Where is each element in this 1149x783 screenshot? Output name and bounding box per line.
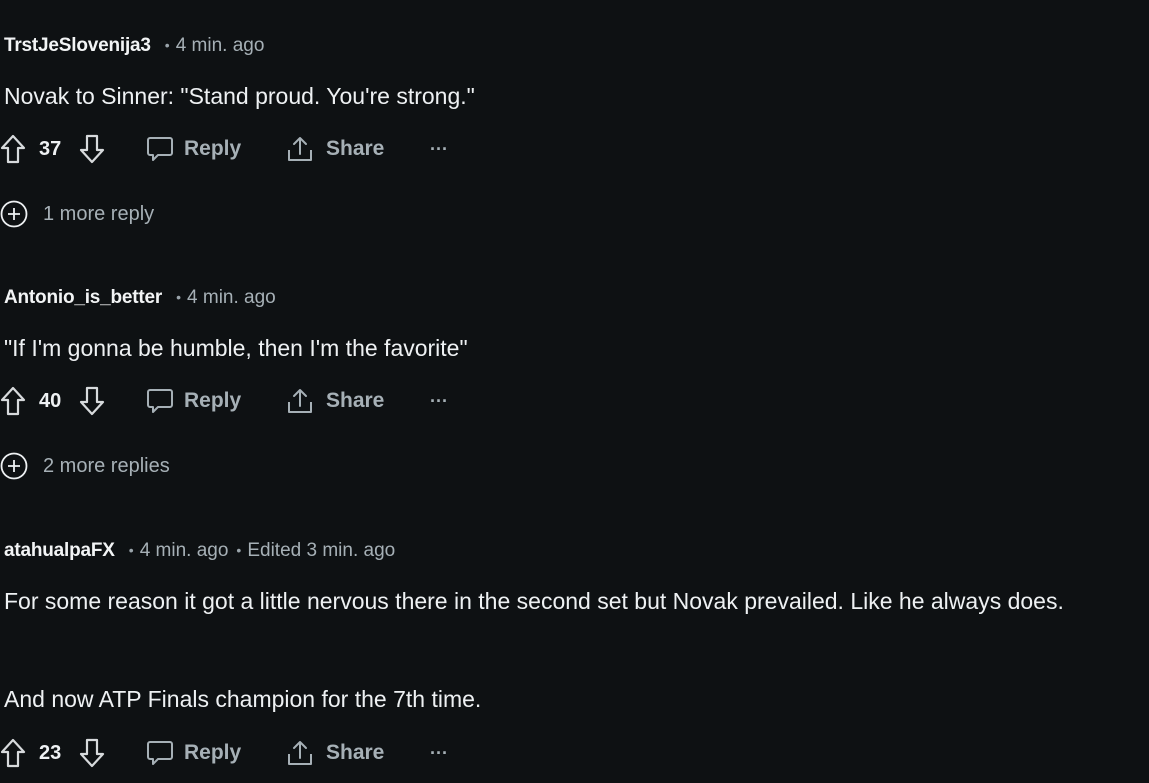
plus-circle-icon [0, 200, 28, 228]
comment-meta: Antonio_is_better • 4 min. ago [4, 286, 276, 310]
reply-label: Reply [184, 741, 242, 764]
speech-bubble-icon [147, 741, 173, 765]
separator-dot: • [176, 289, 182, 305]
comment-timestamp[interactable]: 4 min. ago [140, 540, 229, 562]
comment-timestamp[interactable]: 4 min. ago [187, 287, 276, 309]
separator-dot: • [128, 542, 134, 558]
more-replies-label: 1 more reply [43, 202, 155, 225]
vote-count: 37 [39, 138, 62, 160]
upvote-button[interactable] [0, 384, 26, 418]
separator-dot: • [236, 542, 242, 558]
more-replies-link[interactable]: 1 more reply [0, 199, 154, 229]
reply-label: Reply [184, 389, 242, 412]
comment-body: Novak to Sinner: "Stand proud. You're st… [4, 83, 475, 109]
more-options-button[interactable]: ··· [430, 384, 448, 418]
comment-author[interactable]: Antonio_is_better [4, 287, 162, 309]
downvote-button[interactable] [79, 384, 105, 418]
more-replies-link[interactable]: 2 more replies [0, 451, 170, 481]
vote-count: 23 [39, 742, 62, 764]
ellipsis-icon: ··· [430, 742, 448, 763]
share-button[interactable]: Share [286, 132, 384, 166]
reply-button[interactable]: Reply [146, 736, 241, 770]
vote-count: 40 [39, 390, 62, 412]
comment-body: "If I'm gonna be humble, then I'm the fa… [4, 335, 468, 361]
downvote-arrow-icon [79, 738, 105, 768]
upvote-button[interactable] [0, 736, 26, 770]
upvote-arrow-icon [0, 134, 26, 164]
reply-button[interactable]: Reply [146, 132, 241, 166]
upvote-arrow-icon [0, 738, 26, 768]
comment-author[interactable]: TrstJeSlovenija3 [4, 35, 151, 57]
comment-action-bar: 23 Reply Share ··· [0, 736, 480, 770]
comment-meta: TrstJeSlovenija3 • 4 min. ago [4, 34, 264, 58]
upvote-button[interactable] [0, 132, 26, 166]
share-upload-icon [288, 137, 312, 161]
comment-edited-label: Edited 3 min. ago [247, 540, 396, 561]
comment-author[interactable]: atahualpaFX [4, 540, 115, 562]
share-label: Share [326, 741, 385, 764]
downvote-arrow-icon [79, 134, 105, 164]
share-button[interactable]: Share [286, 384, 384, 418]
comment-action-bar: 40 Reply Share ··· [0, 384, 480, 418]
ellipsis-icon: ··· [430, 138, 448, 159]
plus-circle-icon [0, 452, 28, 480]
share-button[interactable]: Share [286, 736, 384, 770]
share-label: Share [326, 137, 385, 160]
reply-label: Reply [184, 137, 242, 160]
share-label: Share [326, 389, 385, 412]
ellipsis-icon: ··· [430, 390, 448, 411]
downvote-button[interactable] [79, 736, 105, 770]
upvote-arrow-icon [0, 386, 26, 416]
share-upload-icon [288, 389, 312, 413]
share-upload-icon [288, 741, 312, 765]
more-options-button[interactable]: ··· [430, 132, 448, 166]
comment-timestamp[interactable]: 4 min. ago [176, 35, 265, 57]
comment-body-paragraph: And now ATP Finals champion for the 7th … [4, 686, 482, 712]
comment-action-bar: 37 Reply Share ··· [0, 132, 480, 166]
reply-button[interactable]: Reply [146, 384, 241, 418]
more-replies-label: 2 more replies [43, 454, 170, 477]
comment-body: For some reason it got a little nervous … [4, 588, 1064, 614]
speech-bubble-icon [147, 389, 173, 413]
downvote-button[interactable] [79, 132, 105, 166]
downvote-arrow-icon [79, 386, 105, 416]
speech-bubble-icon [147, 137, 173, 161]
more-options-button[interactable]: ··· [430, 736, 448, 770]
comment-meta: atahualpaFX • 4 min. ago • Edited 3 min.… [4, 539, 395, 563]
separator-dot: • [164, 37, 170, 53]
